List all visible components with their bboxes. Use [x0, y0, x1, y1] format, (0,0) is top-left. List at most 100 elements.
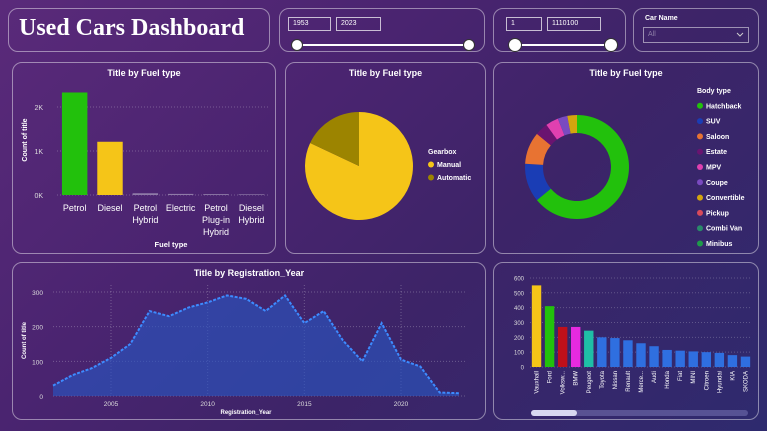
bar-mini	[688, 351, 698, 367]
legend-marker	[697, 194, 703, 201]
x-tick-label: Fiat	[678, 371, 684, 381]
x-tick-label: 2010	[200, 401, 215, 408]
year-max-input[interactable]: 2023	[336, 17, 381, 31]
legend-label: Pickup	[706, 210, 729, 217]
dashboard-title: Used Cars Dashboard	[19, 15, 245, 41]
legend-label: SUV	[706, 119, 721, 126]
x-axis-label: Fuel type	[155, 240, 188, 249]
x-tick-label: Honda	[665, 370, 671, 388]
bar-hyundai	[714, 352, 725, 367]
x-tick-label: Petrol	[204, 203, 228, 213]
x-tick-label: Volksw...	[561, 371, 567, 395]
mileage-slicer: 1 1110100	[493, 8, 626, 52]
bar-bmw	[571, 326, 581, 367]
legend-label: Convertible	[706, 195, 745, 202]
x-tick-label: Vauxhall	[535, 371, 541, 394]
fuel-type-bar-chart: 0K 1K 2K Petrol Diesel Petrol Hybrid Electric Pe…	[22, 92, 269, 249]
bar-petrol-plug-in-hybrid	[203, 194, 229, 195]
x-tick-label: Hybrid	[203, 227, 229, 237]
legend-marker	[697, 118, 703, 125]
registration-year-area-card: Title by Registration_Year 0 100 200 300 200…	[12, 262, 486, 420]
horizontal-scrollbar[interactable]	[531, 410, 748, 416]
year-slider-min-handle[interactable]	[291, 39, 303, 51]
year-slider-track	[297, 44, 470, 46]
bar-electric	[167, 193, 194, 195]
x-tick-label: Plug-in	[202, 215, 230, 225]
legend-label: Minibus	[706, 241, 733, 248]
x-tick-label: Ford	[548, 371, 554, 383]
scrollbar-thumb[interactable]	[531, 410, 577, 416]
legend-marker	[697, 133, 703, 140]
bar-petrol-hybrid	[132, 193, 159, 195]
title-card: Used Cars Dashboard	[8, 8, 270, 52]
legend-marker	[697, 148, 703, 155]
bar-peugeot	[584, 330, 594, 367]
x-axis-label: Registration_Year	[220, 410, 272, 416]
gearbox-pie-card: Title by Fuel type Gearbox Manual Automati…	[285, 62, 486, 254]
legend-label: Coupe	[706, 180, 728, 187]
x-tick-label: 2005	[104, 401, 119, 408]
manufacturer-bar-card: 0 100 200 300 400 500 600 Vauxhall Ford Volksw...…	[493, 262, 759, 420]
car-name-label: Car Name	[645, 15, 678, 22]
bar-fiat	[675, 350, 685, 367]
y-tick-label: 1K	[34, 149, 43, 156]
bar-audi	[649, 346, 659, 367]
gearbox-pie-chart: Gearbox Manual Automatic	[305, 112, 471, 220]
x-tick-label: Citroen	[704, 371, 710, 390]
legend-marker	[697, 225, 703, 232]
y-tick-label: 2K	[34, 105, 43, 112]
body-type-donut-chart: Body type Hatchback SUV Saloon Estate MPV Coup…	[525, 88, 745, 248]
y-tick-label: 200	[32, 325, 43, 332]
legend-marker	[697, 179, 703, 186]
manufacturer-bar-chart: 0 100 200 300 400 500 600 Vauxhall Ford Volksw...…	[514, 276, 752, 395]
car-name-slicer: Car Name All	[633, 8, 759, 52]
y-tick-label: 400	[514, 306, 525, 312]
x-tick-label: Hybrid	[132, 215, 158, 225]
x-tick-label: 2020	[394, 401, 409, 408]
year-slicer: 1953 2023	[279, 8, 485, 52]
legend-label: Automatic	[437, 175, 471, 182]
x-tick-label: 2015	[297, 401, 312, 408]
mileage-slider-max-handle[interactable]	[604, 38, 618, 52]
legend-label: Hatchback	[706, 103, 742, 110]
bar-nissan	[610, 338, 620, 367]
year-slider-max-handle[interactable]	[463, 39, 475, 51]
x-tick-label: Audi	[652, 371, 658, 383]
legend-marker	[428, 174, 434, 181]
y-tick-label: 500	[514, 291, 525, 297]
x-tick-label: Diesel	[239, 203, 264, 213]
bar-merce-	[636, 343, 646, 367]
chevron-down-icon	[735, 28, 745, 46]
legend-marker	[428, 161, 434, 168]
y-tick-label: 0	[521, 366, 525, 372]
y-tick-label: 100	[514, 351, 525, 357]
x-tick-label: Merce...	[639, 371, 645, 393]
legend-label: Manual	[437, 162, 461, 169]
mileage-slider-min-handle[interactable]	[508, 38, 522, 52]
x-tick-label: Electric	[166, 203, 196, 213]
bar-renault	[623, 340, 633, 367]
fuel-type-bar-card: Title by Fuel type 0K 1K 2K Petrol Diesel Pet…	[12, 62, 276, 254]
x-tick-label: BMW	[574, 371, 580, 386]
y-tick-label: 0K	[34, 193, 43, 200]
legend-marker	[697, 209, 703, 216]
mileage-min-input[interactable]: 1	[506, 17, 542, 31]
y-axis-label: Count of title	[22, 321, 28, 359]
area-fill	[53, 295, 459, 396]
legend-title: Gearbox	[428, 149, 457, 156]
bar-ford	[544, 306, 555, 367]
y-tick-label: 600	[514, 276, 525, 282]
bar-citroen	[701, 352, 711, 367]
car-name-dropdown[interactable]: All	[643, 27, 749, 43]
x-tick-label: Petrol	[63, 203, 87, 213]
bar-petrol	[61, 92, 88, 195]
x-tick-label: Nissan	[613, 371, 619, 389]
legend-marker	[697, 102, 703, 109]
mileage-max-input[interactable]: 1110100	[547, 17, 601, 31]
car-name-value: All	[648, 31, 656, 38]
x-tick-label: Petrol	[134, 203, 158, 213]
x-tick-label: Toyota	[600, 370, 606, 388]
year-min-input[interactable]: 1953	[288, 17, 331, 31]
y-tick-label: 300	[32, 290, 43, 297]
x-tick-label: Peugeot	[587, 371, 593, 394]
